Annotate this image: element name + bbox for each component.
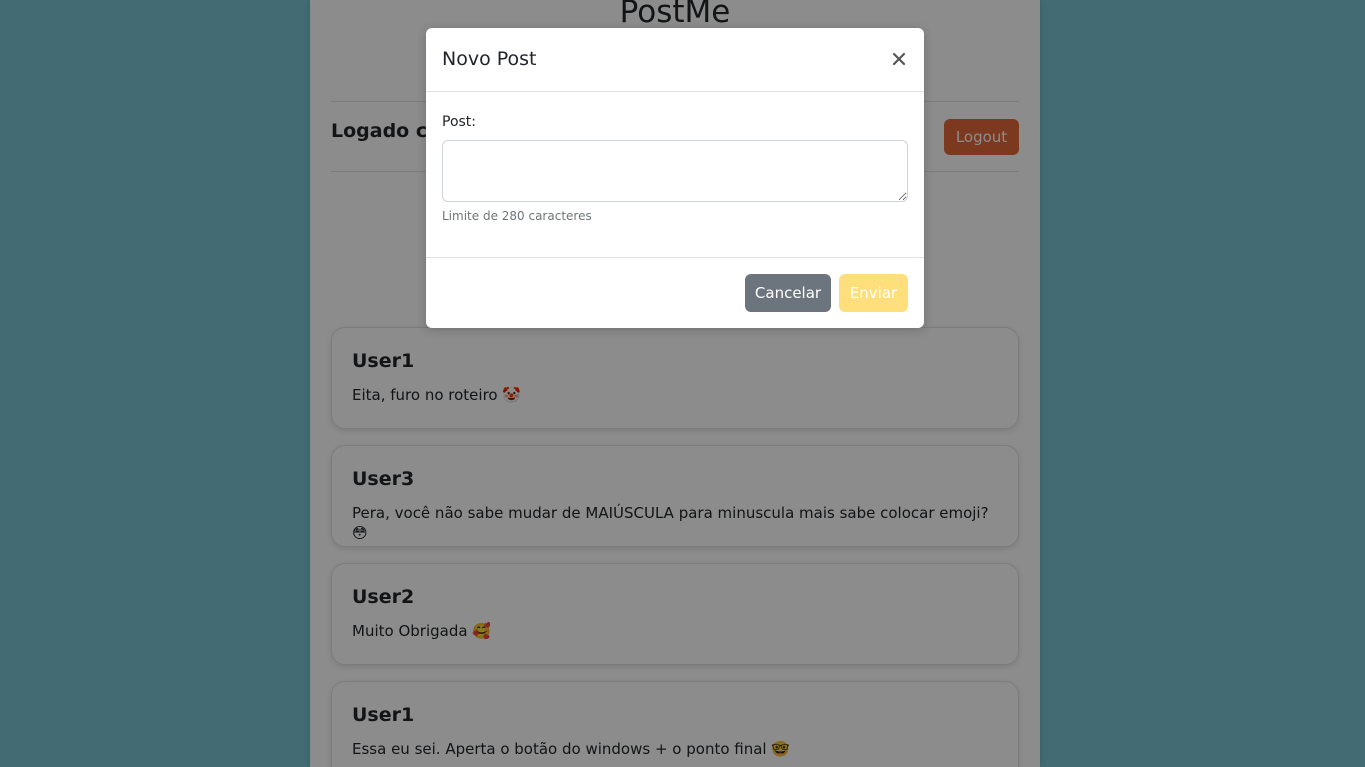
send-button[interactable]: Enviar [839,274,908,312]
modal-body: Post: Limite de 280 caracteres [442,112,908,223]
modal-header: Novo Post [426,28,924,92]
character-limit-help: Limite de 280 caracteres [442,209,592,223]
modal-footer: Cancelar Enviar [426,257,924,329]
new-post-modal: Novo Post Post: Limite de 280 caracteres… [426,28,924,328]
modal-title: Novo Post [442,48,537,70]
post-textarea[interactable] [442,140,908,202]
close-button[interactable] [886,46,912,72]
post-field-label: Post: [442,114,477,130]
close-icon [892,52,906,66]
cancel-button[interactable]: Cancelar [745,274,831,312]
